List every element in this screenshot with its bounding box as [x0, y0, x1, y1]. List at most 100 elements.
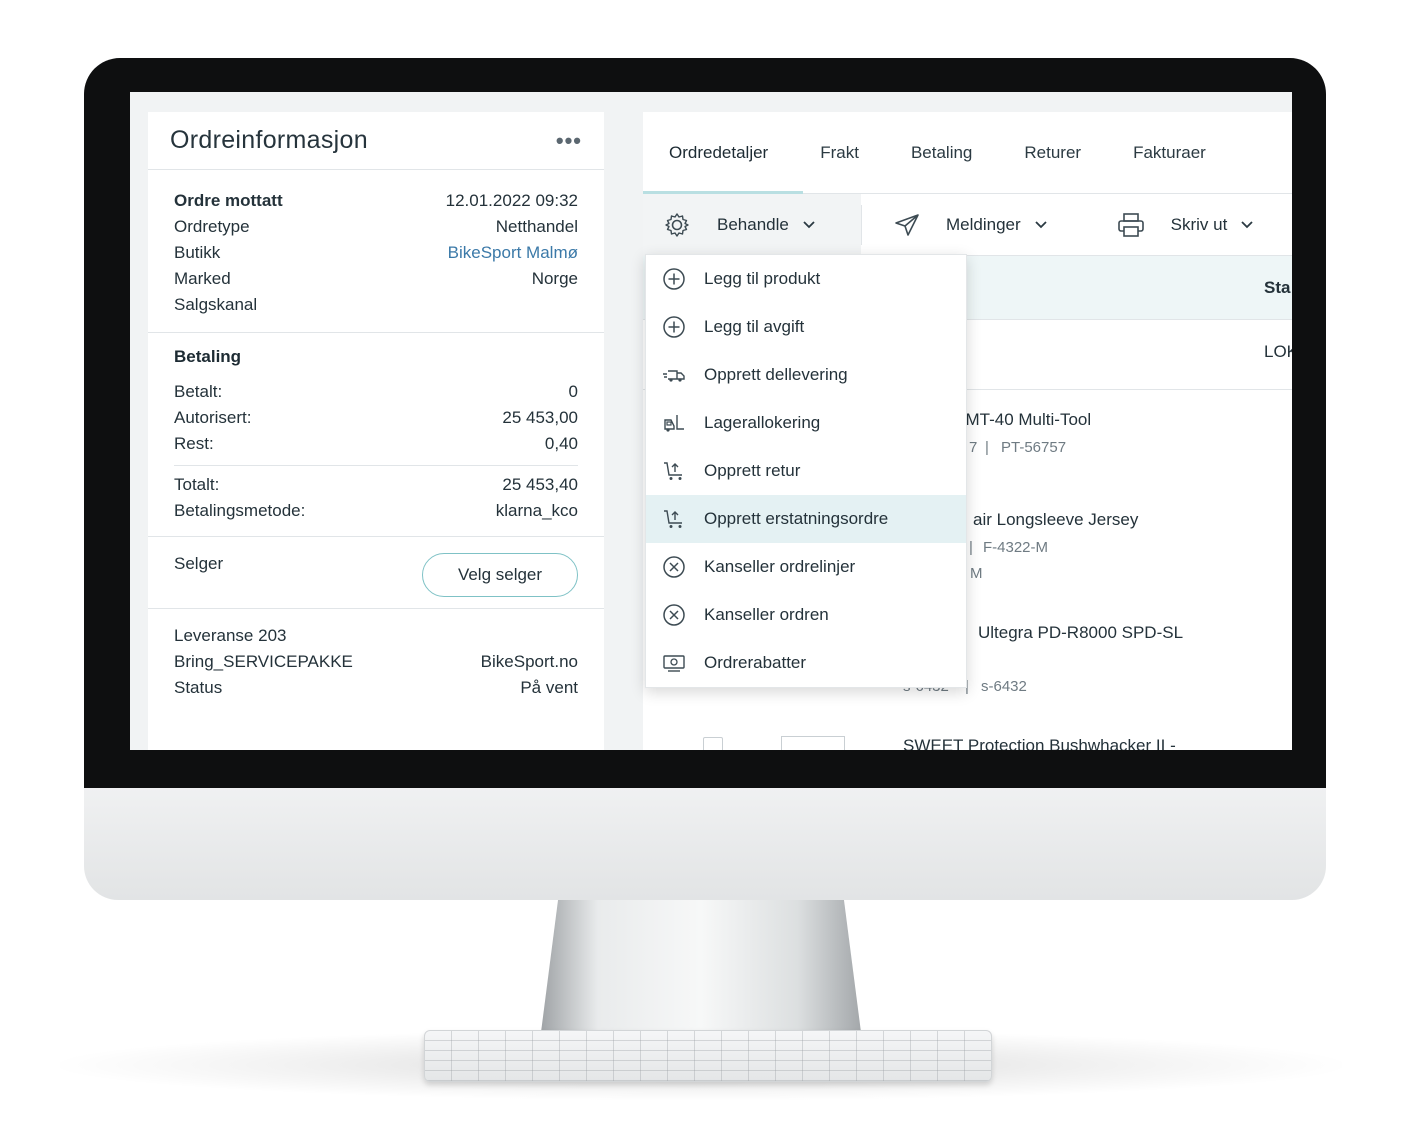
detail-value: 12.01.2022 09:32: [445, 191, 578, 210]
menu-item-create-replacement-order[interactable]: Opprett erstatningsordre: [646, 495, 966, 543]
tab-shipping[interactable]: Frakt: [794, 112, 885, 194]
menu-item-order-discounts[interactable]: Ordrerabatter: [646, 639, 966, 687]
sku-separator: |: [969, 539, 973, 556]
product-name[interactable]: SWEET Protection Bushwhacker II -: [903, 736, 1176, 750]
process-menu-button[interactable]: Behandle: [643, 193, 861, 256]
payment-method-value: klarna_kco: [495, 501, 578, 520]
cart-return-icon: [664, 462, 682, 480]
menu-item-label: Opprett dellevering: [704, 365, 848, 384]
product-size: M: [970, 565, 983, 582]
seller-label: Selger: [174, 554, 224, 573]
delivery-truck-icon: [663, 370, 685, 382]
menu-item-create-return[interactable]: Opprett retur: [646, 447, 966, 495]
card-header: Ordreinformasjon •••: [148, 112, 604, 170]
total-value: 25 453,40: [502, 475, 578, 494]
tab-returns[interactable]: Returer: [998, 112, 1107, 194]
payment-method-label: Betalingsmetode:: [174, 501, 306, 520]
menu-item-label: Opprett erstatningsordre: [704, 509, 889, 528]
discount-icon: [663, 655, 685, 672]
detail-label: Ordretype: [174, 217, 250, 236]
more-options-icon[interactable]: •••: [556, 128, 582, 154]
product-name[interactable]: air Longsleeve Jersey: [973, 510, 1138, 530]
menu-item-stock-allocation[interactable]: Lagerallokering: [646, 399, 966, 447]
delivery-row: Bring_SERVICEPAKKE BikeSport.no: [174, 649, 578, 675]
product-name[interactable]: Ultegra PD-R8000 SPD-SL: [978, 623, 1183, 643]
detail-row: Butikk BikeSport Malmø: [174, 240, 578, 266]
divider: [174, 465, 578, 466]
payment-value: 0: [568, 382, 578, 401]
delivery-section: Leveranse 203 Bring_SERVICEPAKKE BikeSpo…: [148, 609, 604, 741]
plus-circle-icon: [663, 316, 685, 338]
gear-icon: [665, 212, 689, 237]
seller-section: Selger Velg selger: [148, 537, 604, 609]
menu-item-label: Kanseller ordrelinjer: [704, 557, 856, 576]
tab-bar: Ordredetaljer Frakt Betaling Returer Fak…: [643, 112, 1292, 194]
payment-value: 25 453,00: [502, 408, 578, 427]
menu-item-partial-delivery[interactable]: Opprett dellevering: [646, 351, 966, 399]
detail-row: Salgskanal: [174, 292, 578, 318]
toolbar: Behandle Meldinger Skriv ut: [643, 193, 1292, 256]
paper-plane-icon: [895, 213, 919, 236]
payment-row: Betalt: 0: [174, 379, 578, 405]
delivery-row: Status På vent: [174, 675, 578, 701]
menu-item-label: Opprett retur: [704, 461, 801, 480]
delivery-value: BikeSport.no: [480, 652, 578, 671]
menu-item-cancel-order-lines[interactable]: Kanseller ordrelinjer: [646, 543, 966, 591]
quantity-field[interactable]: [781, 736, 845, 750]
order-details-pane: Ordredetaljer Frakt Betaling Returer Fak…: [643, 112, 1292, 750]
product-sku: 7: [969, 439, 978, 456]
plus-circle-icon: [663, 268, 685, 290]
messages-menu-button[interactable]: Meldinger: [862, 194, 1067, 256]
select-seller-button[interactable]: Velg selger: [422, 553, 578, 597]
tab-invoices[interactable]: Fakturaer: [1107, 112, 1232, 194]
total-row: Totalt: 25 453,40: [174, 472, 578, 498]
detail-label: Marked: [174, 269, 231, 288]
detail-value: Norge: [531, 269, 578, 288]
chevron-down-icon: [1241, 220, 1253, 228]
process-label: Behandle: [717, 214, 789, 234]
payment-label: Rest:: [174, 434, 214, 453]
tab-order-details[interactable]: Ordredetaljer: [643, 112, 794, 194]
detail-label: Butikk: [174, 243, 221, 262]
tab-payment[interactable]: Betaling: [885, 112, 998, 194]
menu-item-label: Kanseller ordren: [704, 605, 829, 624]
page-title: Ordreinformasjon: [170, 126, 368, 154]
menu-item-add-product[interactable]: Legg til produkt: [646, 255, 966, 303]
order-info-card: Ordreinformasjon ••• Ordre mottatt 12.01…: [148, 112, 604, 750]
chevron-down-icon: [1035, 220, 1047, 228]
cancel-circle-icon: [663, 604, 685, 626]
process-dropdown-menu: Legg til produkt Legg til avgift Opprett…: [645, 254, 967, 688]
product-sku: PT-56757: [1001, 439, 1067, 456]
payment-heading: Betaling: [174, 347, 242, 366]
row-checkbox[interactable]: [703, 737, 723, 750]
payment-label: Betalt:: [174, 382, 223, 401]
detail-row: Ordre mottatt 12.01.2022 09:32: [174, 188, 578, 214]
delivery-title-text: Leveranse 203: [174, 626, 287, 645]
delivery-label: Bring_SERVICEPAKKE: [174, 652, 353, 671]
product-name[interactable]: l MT-40 Multi-Tool: [957, 410, 1091, 430]
delivery-title: Leveranse 203: [174, 623, 578, 649]
payment-row: Autorisert: 25 453,00: [174, 405, 578, 431]
store-link[interactable]: BikeSport Malmø: [448, 240, 578, 266]
delivery-label: Status: [174, 678, 223, 697]
chevron-down-icon: [803, 220, 815, 228]
cancel-circle-icon: [663, 556, 685, 578]
screen: Ordreinformasjon ••• Ordre mottatt 12.01…: [130, 92, 1292, 750]
keyboard: [424, 1030, 992, 1082]
sku-separator: |: [985, 439, 989, 456]
monitor-stand: [540, 890, 862, 1040]
messages-label: Meldinger: [946, 214, 1021, 234]
menu-item-cancel-order[interactable]: Kanseller ordren: [646, 591, 966, 639]
menu-item-label: Legg til avgift: [704, 317, 805, 336]
forklift-icon: [664, 415, 684, 432]
payment-section: Betaling Betalt: 0 Autorisert: 25 453,00…: [148, 333, 604, 537]
product-sku: F-4322-M: [983, 539, 1049, 556]
menu-item-add-fee[interactable]: Legg til avgift: [646, 303, 966, 351]
payment-method-row: Betalingsmetode: klarna_kco: [174, 498, 578, 524]
menu-item-label: Lagerallokering: [704, 413, 821, 432]
table-cell-status: LOK: [1264, 342, 1292, 361]
order-details-section: Ordre mottatt 12.01.2022 09:32 Ordretype…: [148, 170, 604, 333]
print-menu-button[interactable]: Skriv ut: [1067, 194, 1274, 256]
product-sku: s-6432: [981, 678, 1027, 695]
total-label: Totalt:: [174, 475, 220, 494]
